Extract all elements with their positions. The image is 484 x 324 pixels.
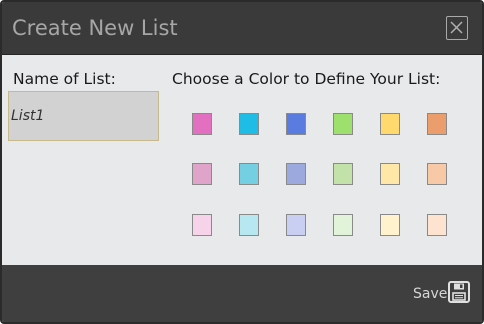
color-swatch[interactable]	[192, 163, 212, 185]
title-bar: Create New List	[2, 2, 482, 55]
create-list-dialog: Create New List Name of List: Choose a C…	[0, 0, 484, 324]
close-icon	[450, 21, 463, 34]
color-swatch[interactable]	[286, 113, 306, 135]
color-swatch[interactable]	[427, 113, 447, 135]
color-swatch[interactable]	[333, 214, 353, 236]
color-swatch[interactable]	[286, 163, 306, 185]
floppy-disk-icon[interactable]	[448, 281, 470, 303]
color-swatch[interactable]	[239, 214, 259, 236]
color-swatch[interactable]	[239, 163, 259, 185]
color-swatch[interactable]	[239, 113, 259, 135]
color-swatch[interactable]	[333, 113, 353, 135]
color-swatch[interactable]	[380, 113, 400, 135]
close-button[interactable]	[446, 16, 468, 40]
save-label[interactable]: Save	[413, 285, 447, 303]
color-swatch[interactable]	[380, 163, 400, 185]
color-picker-label: Choose a Color to Define Your List:	[172, 70, 441, 88]
color-swatch[interactable]	[192, 214, 212, 236]
list-name-label: Name of List:	[13, 70, 116, 88]
color-swatch[interactable]	[427, 214, 447, 236]
list-name-input[interactable]	[8, 91, 159, 141]
color-swatch[interactable]	[333, 163, 353, 185]
dialog-title: Create New List	[12, 16, 178, 40]
color-swatch[interactable]	[192, 113, 212, 135]
dialog-footer	[2, 265, 482, 322]
color-swatch[interactable]	[427, 163, 447, 185]
color-swatch[interactable]	[286, 214, 306, 236]
color-swatch[interactable]	[380, 214, 400, 236]
